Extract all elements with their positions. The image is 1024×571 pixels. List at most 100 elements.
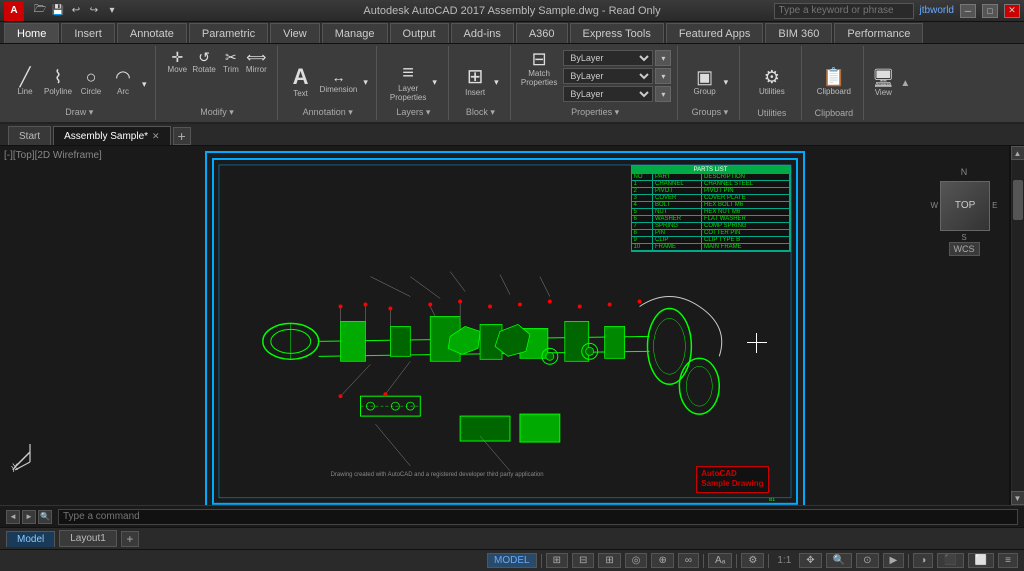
scroll-track[interactable] <box>1012 160 1024 491</box>
tab-manage[interactable]: Manage <box>322 23 388 43</box>
qa-new-btn[interactable]: 🗁 <box>32 3 48 19</box>
polar-btn[interactable]: ◎ <box>625 553 648 568</box>
trim-btn[interactable]: ✂ Trim <box>219 48 243 76</box>
ribbon-group-layers: ≡ LayerProperties ▾ Layers ▾ <box>379 46 449 120</box>
pt-col-headers: NO PART DESCRIPTION <box>632 174 790 181</box>
status-sep-2 <box>703 554 704 568</box>
ortho-btn[interactable]: ⊞ <box>598 553 620 568</box>
model-tab[interactable]: Model <box>6 531 55 547</box>
clipboard-icon: 📋 <box>823 68 845 86</box>
minimize-btn[interactable]: ─ <box>960 4 976 18</box>
tab-a360[interactable]: A360 <box>516 23 568 43</box>
showmotion-btn[interactable]: ▶ <box>883 553 905 568</box>
linetype-more-btn[interactable]: ▾ <box>655 68 671 84</box>
line-icon: ╱ <box>20 68 31 86</box>
otrack-btn[interactable]: ∞ <box>678 553 699 568</box>
insert-btn[interactable]: ⊞ Insert <box>460 65 490 99</box>
tab-featured[interactable]: Featured Apps <box>666 23 764 43</box>
dimension-btn[interactable]: ↔ Dimension <box>318 68 360 96</box>
circle-btn[interactable]: ○ Circle <box>76 66 106 98</box>
scroll-down-btn[interactable]: ▼ <box>1011 491 1024 505</box>
view-btn[interactable]: 🖥 View <box>868 67 898 99</box>
ribbon-group-annotation: A Text ↔ Dimension ▾ Annotation ▾ <box>280 46 377 120</box>
add-layout-btn[interactable]: + <box>121 531 139 547</box>
qa-save-btn[interactable]: 💾 <box>50 3 66 19</box>
osnap-btn[interactable]: ⊕ <box>651 553 673 568</box>
nav-cube[interactable]: N W TOP E S WCS <box>929 166 999 246</box>
steering-btn[interactable]: ⊙ <box>856 553 878 568</box>
polyline-btn[interactable]: ⌇ Polyline <box>42 66 74 98</box>
customize-btn[interactable]: ≡ <box>998 553 1018 568</box>
utilities-btn[interactable]: ⚙ Utilities <box>757 66 787 98</box>
ribbon-group-clipboard: 📋 Clipboard Clipboard <box>804 46 864 120</box>
grid-btn[interactable]: ⊞ <box>546 553 568 568</box>
command-input[interactable] <box>58 509 1018 525</box>
color-more-btn[interactable]: ▾ <box>655 50 671 66</box>
wcs-btn[interactable]: WCS <box>949 242 980 256</box>
nav-box[interactable]: TOP <box>940 181 990 231</box>
tab-bim360[interactable]: BIM 360 <box>765 23 832 43</box>
new-tab-btn[interactable]: + <box>173 127 191 145</box>
search-input[interactable] <box>774 3 914 19</box>
arc-btn[interactable]: ◠ Arc <box>108 66 138 98</box>
tab-express[interactable]: Express Tools <box>570 23 664 43</box>
layers-more-btn[interactable]: ▾ <box>430 76 439 89</box>
cmd-right-btn[interactable]: ► <box>22 510 36 524</box>
clean-screen-btn[interactable]: ⬜ <box>968 553 994 568</box>
right-scrollbar[interactable]: ▲ ▼ <box>1010 146 1024 505</box>
lineweight-select[interactable]: ByLayer <box>563 86 653 102</box>
annotation-more-btn[interactable]: ▾ <box>361 76 370 89</box>
doc-tab-assembly[interactable]: Assembly Sample* ✕ <box>53 126 170 145</box>
doc-tab-start[interactable]: Start <box>8 126 51 145</box>
tab-insert[interactable]: Insert <box>61 23 115 43</box>
ribbon-collapse-btn[interactable]: ▲ <box>900 78 910 89</box>
cmd-search-btn[interactable]: 🔍 <box>38 510 52 524</box>
maximize-btn[interactable]: □ <box>982 4 998 18</box>
mirror-btn[interactable]: ⟺ Mirror <box>244 48 269 76</box>
layout1-tab[interactable]: Layout1 <box>59 530 117 547</box>
tab-performance[interactable]: Performance <box>834 23 923 43</box>
move-btn[interactable]: ✛ Move <box>165 48 189 76</box>
tab-addins[interactable]: Add-ins <box>451 23 514 43</box>
tab-parametric[interactable]: Parametric <box>189 23 268 43</box>
linetype-select[interactable]: ByLayer <box>563 68 653 84</box>
qa-more-btn[interactable]: ▾ <box>104 3 120 19</box>
tab-view[interactable]: View <box>270 23 320 43</box>
watermark-line2: Sample Drawing <box>701 479 763 489</box>
doc-tab-close-icon[interactable]: ✕ <box>152 131 160 142</box>
group-btn[interactable]: ▣ Group <box>690 66 720 98</box>
draw-more-btn[interactable]: ▾ <box>140 78 149 91</box>
snap-btn[interactable]: ⊟ <box>572 553 594 568</box>
workspace-btn[interactable]: ⚙ <box>741 553 764 568</box>
match-properties-btn[interactable]: ⊟ MatchProperties <box>519 48 559 89</box>
viewport[interactable]: [-][Top][2D Wireframe] <box>0 146 1010 505</box>
line-btn[interactable]: ╱ Line <box>10 66 40 98</box>
layer-properties-btn[interactable]: ≡ LayerProperties <box>388 61 428 104</box>
qa-redo-btn[interactable]: ↪ <box>86 3 102 19</box>
hardware-btn[interactable]: ⬛ <box>937 553 963 568</box>
clipboard-btn[interactable]: 📋 Clipboard <box>815 66 853 98</box>
anno-scale-btn[interactable]: Aₐ <box>708 553 732 568</box>
isolate-btn[interactable]: ◑ <box>913 553 933 568</box>
scroll-up-btn[interactable]: ▲ <box>1011 146 1024 160</box>
draw-tools: ╱ Line ⌇ Polyline ○ Circle ◠ Arc ▾ <box>10 48 149 116</box>
model-space-btn[interactable]: MODEL <box>487 553 537 568</box>
qa-undo-btn[interactable]: ↩ <box>68 3 84 19</box>
color-select[interactable]: ByLayer <box>563 50 653 66</box>
close-btn[interactable]: ✕ <box>1004 4 1020 18</box>
scroll-thumb[interactable] <box>1013 180 1023 220</box>
lineweight-more-btn[interactable]: ▾ <box>655 86 671 102</box>
quick-access-toolbar: 🗁 💾 ↩ ↪ ▾ <box>28 3 124 19</box>
pan-btn[interactable]: ✥ <box>799 553 821 568</box>
tab-output[interactable]: Output <box>390 23 449 43</box>
insert-icon: ⊞ <box>467 67 484 87</box>
block-more-btn[interactable]: ▾ <box>492 76 501 89</box>
groups-more-btn[interactable]: ▾ <box>722 76 731 89</box>
tab-home[interactable]: Home <box>4 23 59 43</box>
text-btn[interactable]: A Text <box>286 64 316 100</box>
cmd-left-btn[interactable]: ◄ <box>6 510 20 524</box>
zoom-btn[interactable]: 🔍 <box>826 553 852 568</box>
rotate-btn[interactable]: ↺ Rotate <box>190 48 218 76</box>
clipboard-tools: 📋 Clipboard <box>815 48 853 116</box>
tab-annotate[interactable]: Annotate <box>117 23 187 43</box>
